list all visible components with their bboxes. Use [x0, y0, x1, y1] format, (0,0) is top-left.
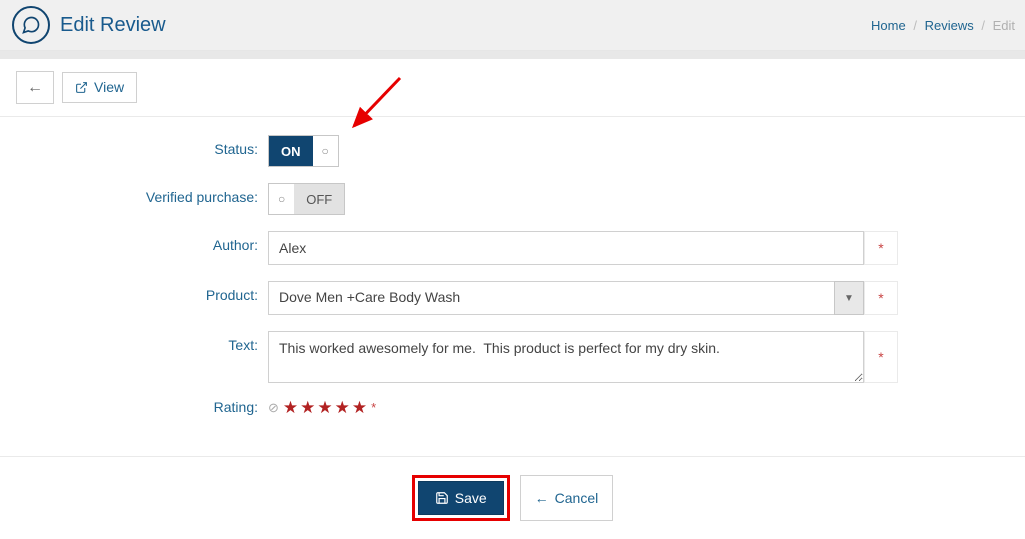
- actions-bar: Save ← Cancel: [0, 456, 1025, 539]
- breadcrumb-current: Edit: [993, 18, 1015, 33]
- breadcrumb-reviews[interactable]: Reviews: [925, 18, 974, 33]
- breadcrumb-home[interactable]: Home: [871, 18, 906, 33]
- star-icon[interactable]: ★: [335, 399, 350, 416]
- external-link-icon: [75, 81, 88, 94]
- row-product: Product: Dove Men +Care Body Wash ▼ *: [0, 281, 1025, 315]
- required-marker: *: [864, 281, 898, 315]
- label-product: Product:: [0, 281, 268, 303]
- cancel-button[interactable]: ← Cancel: [520, 475, 614, 521]
- required-marker: *: [864, 231, 898, 265]
- required-marker: *: [864, 331, 898, 383]
- required-marker: *: [371, 400, 376, 415]
- breadcrumb-separator: /: [913, 18, 917, 33]
- floppy-disk-icon: [435, 491, 449, 505]
- label-verified: Verified purchase:: [0, 183, 268, 205]
- toggle-off-indicator: [313, 136, 338, 166]
- toggle-on-indicator: [269, 184, 294, 214]
- breadcrumb: Home / Reviews / Edit: [871, 18, 1015, 33]
- row-verified: Verified purchase: OFF: [0, 183, 1025, 215]
- toggle-off-label: OFF: [294, 184, 344, 214]
- clear-rating-icon[interactable]: ⊘: [268, 400, 279, 416]
- star-icon[interactable]: ★: [352, 399, 367, 416]
- label-status: Status:: [0, 135, 268, 157]
- star-icon[interactable]: ★: [283, 399, 298, 416]
- text-textarea[interactable]: [268, 331, 864, 383]
- status-toggle[interactable]: ON: [268, 135, 339, 167]
- view-button[interactable]: View: [62, 72, 137, 103]
- save-button-label: Save: [455, 490, 487, 506]
- row-author: Author: *: [0, 231, 1025, 265]
- label-author: Author:: [0, 231, 268, 253]
- toggle-on-label: ON: [269, 136, 313, 166]
- star-icon[interactable]: ★: [317, 399, 332, 416]
- chevron-down-icon[interactable]: ▼: [834, 281, 864, 315]
- product-select-value: Dove Men +Care Body Wash: [268, 281, 834, 315]
- arrow-left-icon: ←: [535, 490, 549, 506]
- star-icon[interactable]: ★: [300, 399, 315, 416]
- row-rating: Rating: ⊘ ★ ★ ★ ★ ★ *: [0, 399, 1025, 416]
- breadcrumb-separator: /: [981, 18, 985, 33]
- divider-strip: [0, 51, 1025, 59]
- speech-bubble-icon: [12, 6, 50, 44]
- save-button[interactable]: Save: [418, 481, 504, 515]
- author-input[interactable]: [268, 231, 864, 265]
- rating-stars[interactable]: ⊘ ★ ★ ★ ★ ★ *: [268, 399, 376, 416]
- arrow-left-icon: [27, 78, 43, 97]
- form-area: Status: ON Verified purchase: OFF Author…: [0, 117, 1025, 456]
- back-button[interactable]: [16, 71, 54, 104]
- label-text: Text:: [0, 331, 268, 353]
- label-rating: Rating:: [0, 399, 268, 415]
- row-text: Text: *: [0, 331, 1025, 383]
- row-status: Status: ON: [0, 135, 1025, 167]
- cancel-button-label: Cancel: [555, 490, 599, 506]
- page-header: Edit Review Home / Reviews / Edit: [0, 0, 1025, 51]
- view-button-label: View: [94, 79, 124, 96]
- page-title: Edit Review: [60, 14, 166, 37]
- verified-toggle[interactable]: OFF: [268, 183, 345, 215]
- save-highlight-box: Save: [412, 475, 510, 521]
- product-select[interactable]: Dove Men +Care Body Wash ▼: [268, 281, 864, 315]
- toolbar: View: [0, 59, 1025, 117]
